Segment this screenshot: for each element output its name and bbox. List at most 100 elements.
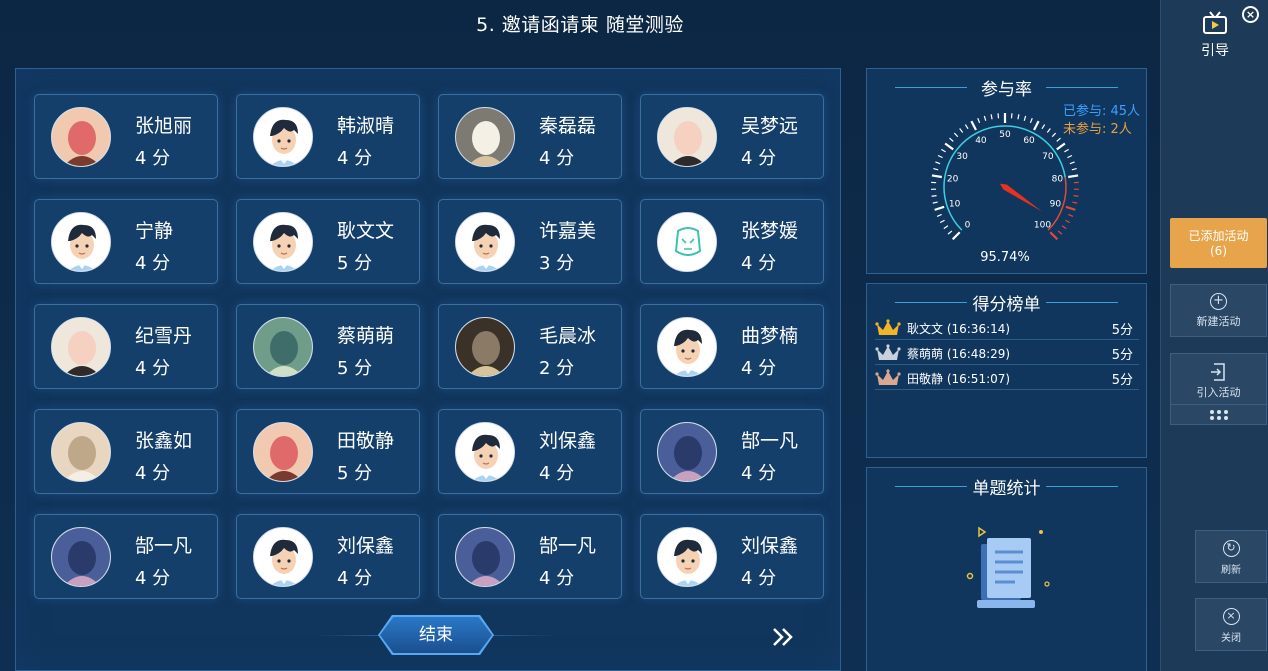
page-title: 5. 邀请函请柬 随堂测验 <box>476 14 684 36</box>
gauge-tick <box>931 174 942 179</box>
gauge-tick-label: 40 <box>975 136 987 146</box>
gauge-tick <box>964 124 969 130</box>
student-card[interactable]: 郜一凡 4 分 <box>438 514 622 599</box>
student-card[interactable]: 吴梦远 4 分 <box>640 94 824 179</box>
student-score: 5 分 <box>337 358 373 379</box>
gauge-tick-label: 20 <box>947 175 959 185</box>
student-card[interactable]: 韩淑晴 4 分 <box>236 94 420 179</box>
avatar <box>253 317 313 377</box>
import-activity-button[interactable]: 引入活动 <box>1170 353 1267 425</box>
student-card[interactable]: 郜一凡 4 分 <box>34 514 218 599</box>
gauge-arc <box>943 125 1066 231</box>
student-card[interactable]: 郜一凡 4 分 <box>640 409 824 494</box>
gauge-tick <box>940 148 946 153</box>
end-button[interactable]: 结束 <box>380 617 492 653</box>
student-card[interactable]: 刘保鑫 4 分 <box>438 409 622 494</box>
gauge-tick <box>939 219 945 224</box>
gauge-tick-label: 50 <box>999 130 1011 140</box>
student-card[interactable]: 毛晨冰 2 分 <box>438 304 622 389</box>
more-row <box>1171 404 1266 424</box>
grid-dots-icon[interactable] <box>1208 408 1230 422</box>
student-card[interactable]: 张梦媛 4 分 <box>640 199 824 284</box>
added-activities-button[interactable]: 已添加活动 (6) <box>1170 218 1267 268</box>
gauge-tick <box>1046 128 1051 133</box>
student-score: 3 分 <box>539 253 575 274</box>
student-card[interactable]: 秦磊磊 4 分 <box>438 94 622 179</box>
new-activity-button[interactable]: + 新建活动 <box>1170 284 1267 337</box>
leaderboard-score: 5分 <box>1111 323 1133 338</box>
leaderboard-score: 5分 <box>1111 373 1133 388</box>
avatar <box>455 212 515 272</box>
avatar <box>455 527 515 587</box>
student-card[interactable]: 刘保鑫 4 分 <box>236 514 420 599</box>
student-name: 刘保鑫 <box>337 535 395 557</box>
avatar <box>253 527 313 587</box>
gauge-tick <box>947 230 953 235</box>
student-score: 4 分 <box>337 148 373 169</box>
student-card[interactable]: 纪雪丹 4 分 <box>34 304 218 389</box>
student-card[interactable]: 耿文文 5 分 <box>236 199 420 284</box>
guide-label[interactable]: 引导 <box>1161 40 1268 60</box>
student-card[interactable]: 蔡萌萌 5 分 <box>236 304 420 389</box>
refresh-button[interactable]: ↻ 刷新 <box>1195 530 1267 583</box>
gauge-tick-label: 10 <box>949 199 961 209</box>
gauge-tick <box>1064 148 1070 153</box>
avatar <box>455 422 515 482</box>
document-illustration-icon <box>966 526 1050 608</box>
refresh-label: 刷新 <box>1221 565 1241 576</box>
gauge-tick-label: 70 <box>1042 152 1054 162</box>
leaderboard-row: 耿文文 (16:36:14) 5分 <box>875 316 1139 340</box>
gauge-tick <box>1072 201 1078 204</box>
student-card[interactable]: 宁静 4 分 <box>34 199 218 284</box>
student-name: 刘保鑫 <box>539 430 597 452</box>
avatar <box>657 422 717 482</box>
leaderboard-name: 耿文文 (16:36:14) <box>907 322 1011 336</box>
student-score: 4 分 <box>539 148 575 169</box>
gauge-percent: 95.74% <box>980 250 1030 265</box>
student-score: 4 分 <box>741 358 777 379</box>
leaderboard-title-text: 得分榜单 <box>972 295 1041 315</box>
participation-gauge: 0 10 20 30 40 50 60 70 80 90 100 95.74% <box>931 113 1079 265</box>
student-card[interactable]: 张旭丽 4 分 <box>34 94 218 179</box>
gauge-tick <box>1051 132 1057 138</box>
leaderboard-name: 蔡萌萌 (16:48:29) <box>907 347 1011 361</box>
student-card[interactable]: 田敬静 5 分 <box>236 409 420 494</box>
avatar <box>657 527 717 587</box>
participation-panel: 参与率 已参与: 45人 未参与: 2人 0 10 20 30 40 50 60 70 80 90… <box>866 68 1147 274</box>
close-guide-icon[interactable]: × <box>1242 6 1259 23</box>
avatar <box>51 527 111 587</box>
student-score: 4 分 <box>741 253 777 274</box>
question-stats-panel: 单题统计 <box>866 467 1147 671</box>
crown-icon <box>875 369 901 385</box>
student-card[interactable]: 曲梦楠 4 分 <box>640 304 824 389</box>
close-label: 关闭 <box>1221 633 1241 644</box>
student-name: 韩淑晴 <box>337 115 395 137</box>
student-name: 吴梦远 <box>741 115 799 137</box>
student-card[interactable]: 张鑫如 4 分 <box>34 409 218 494</box>
student-score: 4 分 <box>741 463 777 484</box>
close-button[interactable]: × 关闭 <box>1195 598 1267 651</box>
student-card[interactable]: 许嘉美 3 分 <box>438 199 622 284</box>
student-grid: 张旭丽 4 分韩淑晴 4 分秦磊磊 4 分吴梦远 4 分宁静 4 分耿文文 5 分许嘉美 3 … <box>34 94 824 599</box>
end-area: 结束 <box>316 615 556 655</box>
gauge-tick <box>936 213 942 217</box>
gauge-tick <box>1017 114 1020 120</box>
gauge-needle <box>999 183 1042 212</box>
student-name: 纪雪丹 <box>135 325 193 347</box>
student-name: 曲梦楠 <box>741 325 799 347</box>
gauge-tick <box>1068 213 1074 217</box>
gauge-tick <box>1065 205 1076 211</box>
student-card[interactable]: 刘保鑫 4 分 <box>640 514 824 599</box>
tv-guide-icon[interactable] <box>1201 10 1229 38</box>
avatar <box>253 212 313 272</box>
student-name: 郜一凡 <box>135 535 193 557</box>
gauge-tick <box>933 168 939 171</box>
leaderboard-title: 得分榜单 <box>867 290 1146 315</box>
gauge-tick <box>1023 115 1027 121</box>
added-activities-count: (6) <box>1210 244 1227 258</box>
student-score: 2 分 <box>539 358 575 379</box>
student-name: 宁静 <box>135 220 174 242</box>
double-chevron-right-icon[interactable] <box>768 624 798 650</box>
crown-icon <box>875 319 901 335</box>
student-score: 5 分 <box>337 463 373 484</box>
